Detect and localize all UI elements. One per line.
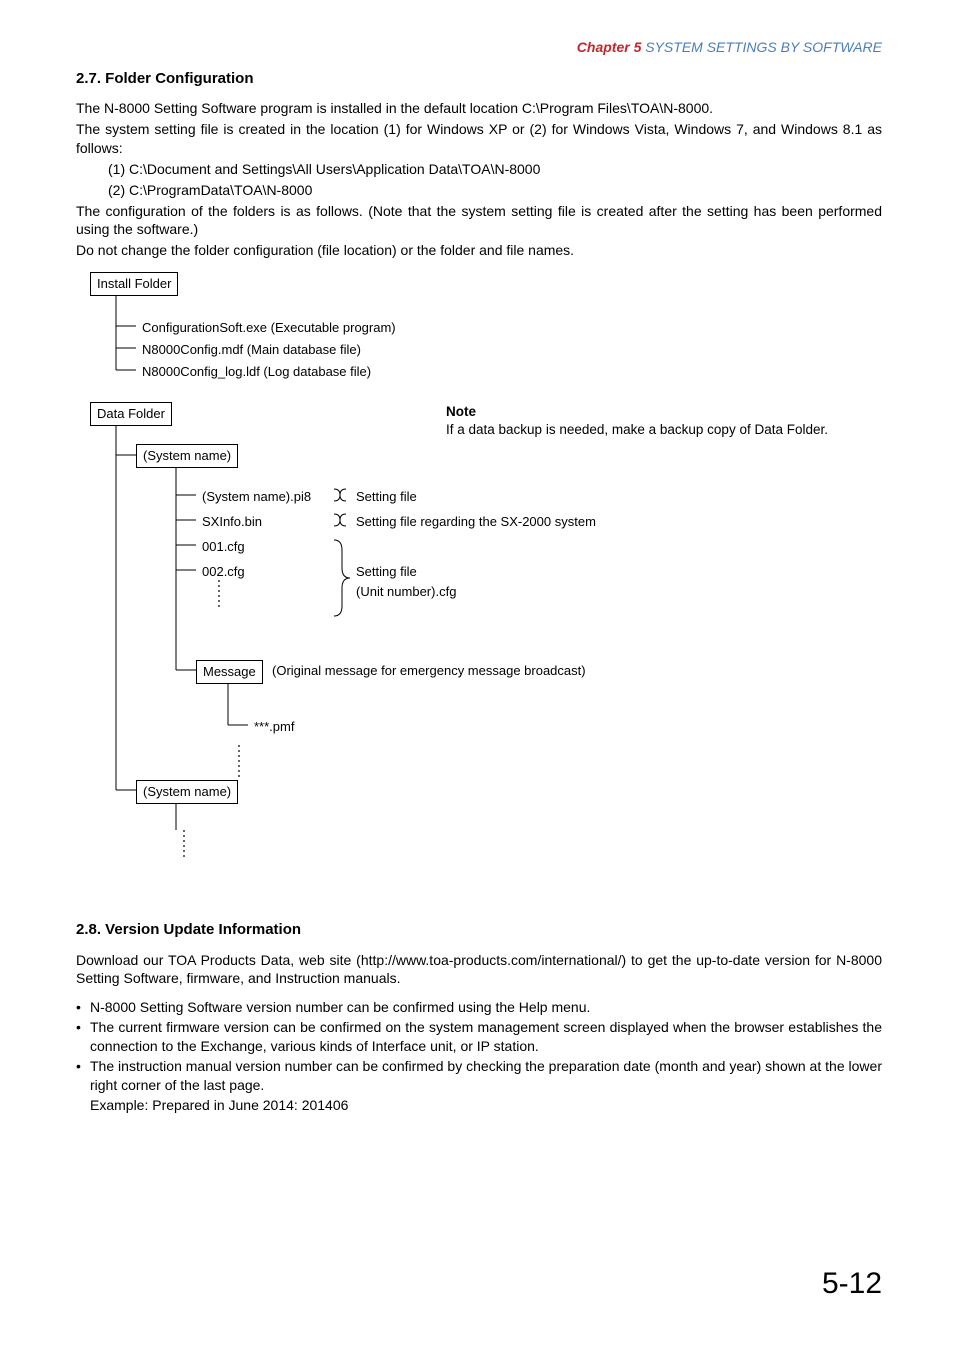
paragraph: The configuration of the folders is as f… <box>76 202 882 240</box>
install-folder-box: Install Folder <box>90 272 178 296</box>
bullet-list: • N-8000 Setting Software version number… <box>76 998 882 1114</box>
bullet-icon: • <box>76 1057 90 1095</box>
bullet-text: N-8000 Setting Software version number c… <box>90 998 882 1017</box>
list-item: • The current firmware version can be co… <box>76 1018 882 1056</box>
system-name-box: (System name) <box>136 444 238 468</box>
paragraph: (2) C:\ProgramData\TOA\N-8000 <box>76 181 882 200</box>
paragraph: Do not change the folder configuration (… <box>76 241 882 260</box>
section-heading-folder-config: 2.7. Folder Configuration <box>76 69 882 89</box>
chapter-title: SYSTEM SETTINGS BY SOFTWARE <box>641 39 882 55</box>
note-block: Note If a data backup is needed, make a … <box>446 403 856 439</box>
tree-item: SXInfo.bin <box>202 513 262 531</box>
tree-item: 002.cfg <box>202 563 245 581</box>
paragraph: The N-8000 Setting Software program is i… <box>76 99 882 118</box>
data-folder-box: Data Folder <box>90 402 172 426</box>
bullet-text: The instruction manual version number ca… <box>90 1057 882 1095</box>
list-item: • The instruction manual version number … <box>76 1057 882 1095</box>
tree-item: 001.cfg <box>202 538 245 556</box>
note-body: If a data backup is needed, make a backu… <box>446 421 856 439</box>
message-box: Message <box>196 660 263 684</box>
paragraph: The system setting file is created in th… <box>76 120 882 158</box>
tree-item: (System name).pi8 <box>202 488 311 506</box>
section-heading-version-update: 2.8. Version Update Information <box>76 920 882 940</box>
tree-item-desc: (Unit number).cfg <box>356 583 456 601</box>
tree-item-desc: Setting file regarding the SX-2000 syste… <box>356 513 596 531</box>
tree-item: ***.pmf <box>254 718 294 736</box>
page-number: 5-12 <box>822 1264 882 1305</box>
paragraph: Download our TOA Products Data, web site… <box>76 951 882 989</box>
note-title: Note <box>446 403 856 421</box>
bullet-text: The current firmware version can be conf… <box>90 1018 882 1056</box>
system-name-box: (System name) <box>136 780 238 804</box>
bullet-icon: • <box>76 998 90 1017</box>
bullet-icon: • <box>76 1018 90 1056</box>
folder-tree-diagram: Install Folder ConfigurationSoft.exe (Ex… <box>76 270 882 880</box>
paragraph: (1) C:\Document and Settings\All Users\A… <box>76 160 882 179</box>
tree-item-desc: Setting file <box>356 563 417 581</box>
tree-item: ConfigurationSoft.exe (Executable progra… <box>142 319 396 337</box>
tree-item: N8000Config_log.ldf (Log database file) <box>142 363 371 381</box>
chapter-label: Chapter 5 <box>577 39 642 55</box>
bullet-sub-text: Example: Prepared in June 2014: 201406 <box>76 1096 882 1115</box>
tree-item-desc: Setting file <box>356 488 417 506</box>
tree-item-desc: (Original message for emergency message … <box>272 662 586 680</box>
page-header: Chapter 5 SYSTEM SETTINGS BY SOFTWARE <box>76 38 882 57</box>
tree-item: N8000Config.mdf (Main database file) <box>142 341 361 359</box>
list-item: • N-8000 Setting Software version number… <box>76 998 882 1017</box>
